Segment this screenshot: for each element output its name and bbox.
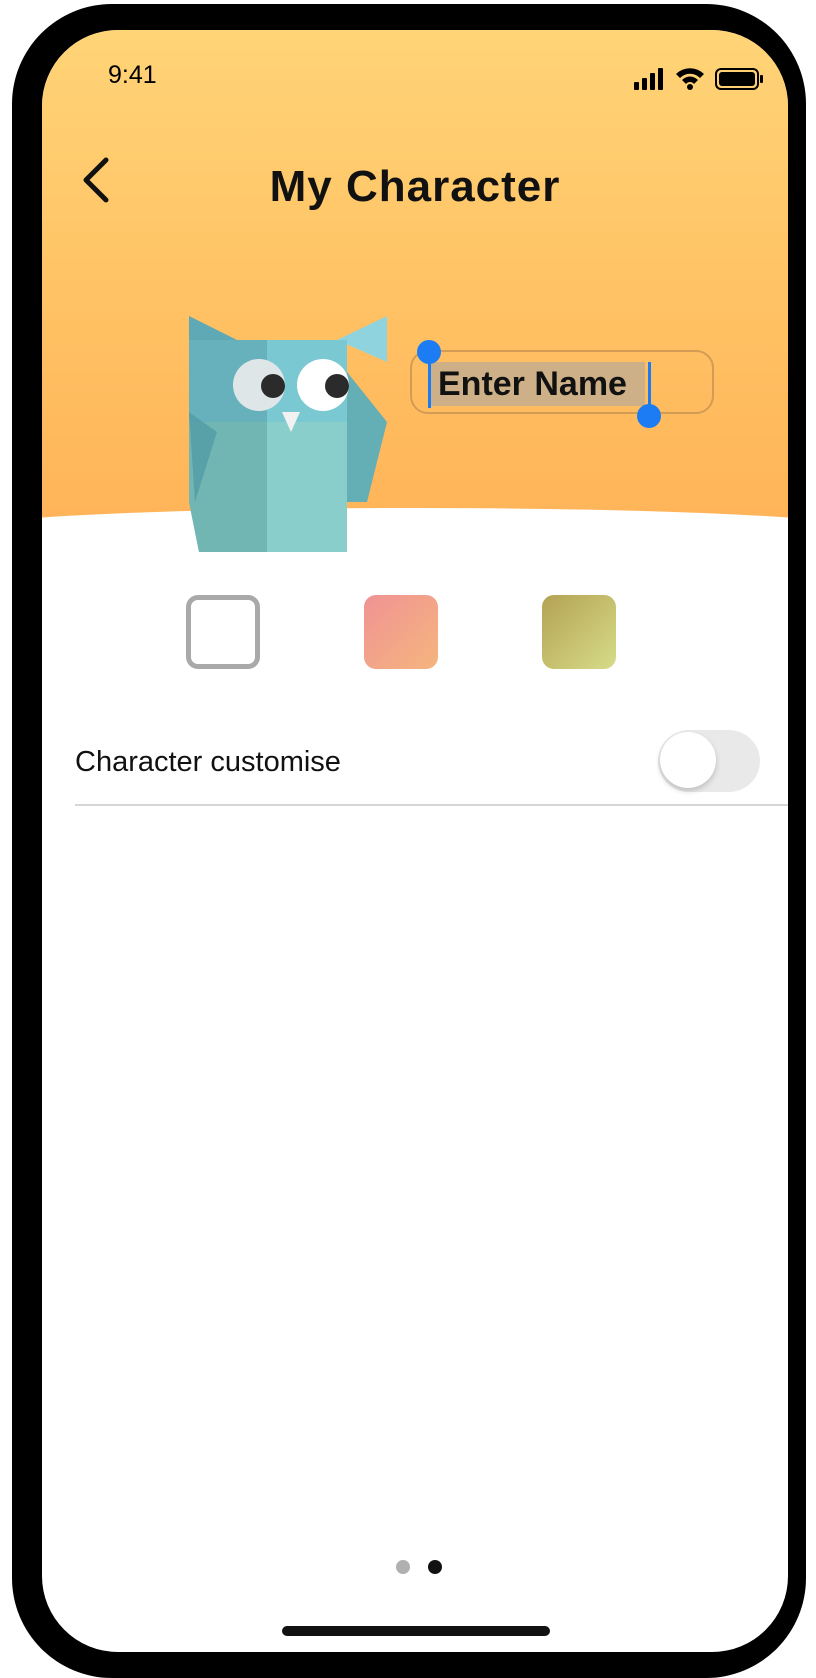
home-indicator[interactable] bbox=[282, 1626, 550, 1636]
color-swatch-white[interactable] bbox=[186, 595, 260, 669]
color-swatch-olive[interactable] bbox=[542, 595, 616, 669]
signal-icon bbox=[634, 68, 663, 90]
character-customise-label: Character customise bbox=[75, 746, 341, 778]
selection-end-caret[interactable] bbox=[648, 362, 651, 408]
selection-start-caret[interactable] bbox=[428, 362, 431, 408]
selection-start-handle[interactable] bbox=[417, 340, 441, 364]
color-swatch-pink[interactable] bbox=[364, 595, 438, 669]
battery-icon bbox=[715, 68, 763, 90]
screen: 9:41 My Character Enter Name Character c… bbox=[42, 30, 788, 1652]
toggle-knob[interactable] bbox=[660, 732, 716, 788]
name-input-text[interactable]: Enter Name bbox=[430, 362, 645, 406]
wifi-icon bbox=[676, 68, 704, 90]
character-customise-toggle[interactable] bbox=[658, 730, 760, 792]
status-icons bbox=[634, 66, 764, 92]
page-indicator-dot-2-active[interactable] bbox=[428, 1560, 442, 1574]
page-title: My Character bbox=[269, 162, 561, 211]
owl-character-illustration bbox=[189, 316, 387, 552]
status-time: 9:41 bbox=[108, 61, 157, 89]
row-divider bbox=[75, 804, 788, 806]
selection-end-handle[interactable] bbox=[637, 404, 661, 428]
device-frame: 9:41 My Character Enter Name Character c… bbox=[12, 4, 806, 1678]
page-indicator-dot-1[interactable] bbox=[396, 1560, 410, 1574]
settings-row-character-customise: Character customise bbox=[42, 722, 788, 808]
name-input-field[interactable]: Enter Name bbox=[410, 340, 714, 428]
